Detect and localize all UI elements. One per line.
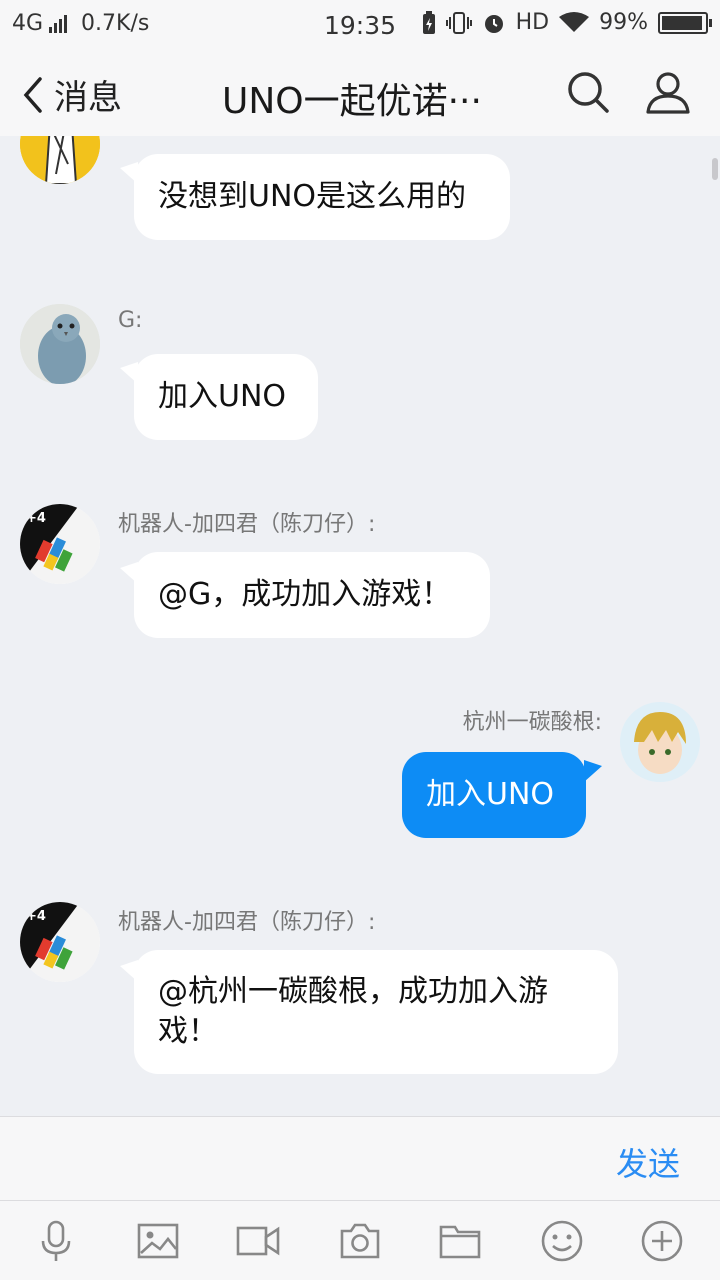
message-bubble[interactable]: @杭州一碳酸根，成功加入游 戏！ — [134, 950, 618, 1074]
status-bar: 4G 0.7K/s 19:35 HD 99% — [0, 0, 720, 50]
message-text: 加入UNO — [426, 777, 555, 812]
message-text: @G，成功加入游戏！ — [158, 577, 452, 612]
sender-name: G: — [118, 308, 143, 333]
bird-avatar[interactable] — [20, 304, 100, 384]
message-bubble[interactable]: 加入UNO — [134, 354, 318, 440]
vibrate-icon — [445, 11, 472, 34]
sender-name: 机器人-加四君（陈刀仔）: — [118, 512, 376, 537]
image-icon[interactable] — [136, 1219, 180, 1263]
svg-text:+4: +4 — [26, 511, 46, 526]
sender-name: 杭州一碳酸根: — [462, 710, 602, 735]
sender-name: 机器人-加四君（陈刀仔）: — [118, 910, 376, 935]
search-icon[interactable] — [564, 68, 612, 116]
message-text: 没想到UNO是这么用的 — [158, 179, 467, 214]
avatar-image — [20, 304, 100, 384]
message-bubble[interactable]: @G，成功加入游戏！ — [134, 552, 490, 638]
uno-card-avatar[interactable]: +4 — [20, 902, 100, 982]
wifi-icon — [559, 11, 590, 32]
plus-icon[interactable] — [640, 1219, 684, 1263]
message-text-line: @杭州一碳酸根，成功加入游 — [158, 974, 548, 1009]
chat-header: 消息 UNO一起优诺··· — [0, 50, 720, 136]
hd-label: HD — [515, 10, 550, 35]
microphone-icon[interactable] — [34, 1219, 78, 1263]
scrollbar[interactable] — [712, 158, 718, 180]
avatar-image: +4 — [20, 504, 100, 584]
emoji-icon[interactable] — [540, 1219, 584, 1263]
send-button[interactable]: 发送 — [616, 1139, 680, 1185]
message-list[interactable]: 没想到UNO是这么用的 G: 加入UNO +4 机器人-加四君（陈刀仔）: @G… — [0, 136, 720, 1116]
avatar-image — [20, 136, 100, 184]
folder-icon[interactable] — [438, 1219, 482, 1263]
video-icon[interactable] — [236, 1219, 280, 1263]
input-bar: 发送 — [0, 1116, 720, 1200]
message-bubble[interactable]: 没想到UNO是这么用的 — [134, 154, 510, 240]
message-text: 加入UNO — [158, 379, 287, 414]
chevron-left-icon — [23, 76, 42, 113]
svg-text:+4: +4 — [26, 909, 46, 924]
message-input[interactable] — [20, 1127, 580, 1191]
camera-icon[interactable] — [338, 1219, 382, 1263]
message-text-line: 戏！ — [158, 1014, 218, 1049]
sketch-avatar[interactable] — [20, 136, 100, 184]
anime-avatar[interactable] — [620, 702, 700, 782]
avatar-image: +4 — [20, 902, 100, 982]
input-toolbar — [0, 1200, 720, 1280]
charging-icon — [422, 10, 435, 34]
bubble-tail — [584, 760, 602, 782]
back-label: 消息 — [54, 78, 122, 118]
battery-percent: 99% — [599, 10, 648, 35]
battery-icon — [658, 11, 712, 34]
avatar-image — [620, 702, 700, 782]
message-bubble-own[interactable]: 加入UNO — [402, 752, 586, 838]
uno-card-avatar[interactable]: +4 — [20, 504, 100, 584]
status-right: HD 99% — [422, 10, 712, 35]
back-button[interactable]: 消息 — [20, 70, 122, 119]
group-members-icon[interactable] — [644, 68, 692, 116]
page-title: UNO一起优诺··· — [222, 81, 482, 122]
alarm-icon — [484, 14, 503, 33]
